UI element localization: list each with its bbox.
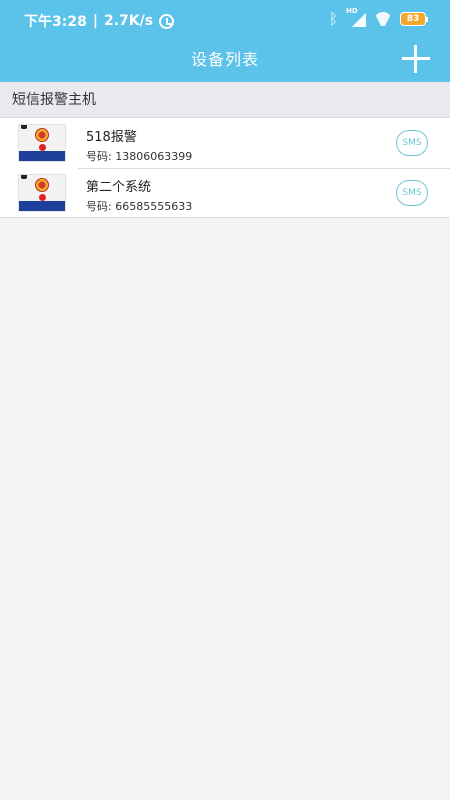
police-emblem-icon bbox=[35, 178, 49, 192]
page-title: 设备列表 bbox=[190, 50, 259, 69]
thumbnail-mark bbox=[21, 175, 27, 179]
device-name: 518报警 bbox=[86, 130, 137, 145]
wifi-icon bbox=[374, 12, 392, 26]
add-device-button[interactable] bbox=[402, 45, 430, 73]
alarm-button-icon bbox=[39, 194, 46, 201]
section-header: 短信报警主机 bbox=[0, 82, 450, 118]
list-item[interactable]: 第二个系统 号码: 66585555633 SMS bbox=[0, 168, 450, 218]
list-item[interactable]: 518报警 号码: 13806063399 SMS bbox=[0, 118, 450, 168]
device-name: 第二个系统 bbox=[86, 180, 152, 195]
status-speed: 2.7K/s bbox=[103, 13, 154, 29]
app-header: 下午3:28 | 2.7K/s ᛒ HD 83 设备列表 bbox=[0, 0, 450, 82]
status-bar: 下午3:28 | 2.7K/s ᛒ HD 83 bbox=[0, 0, 450, 38]
thumbnail-mark bbox=[21, 125, 27, 129]
device-number: 号码: 13806063399 bbox=[86, 150, 193, 163]
bluetooth-icon: ᛒ bbox=[328, 10, 338, 28]
status-time: 下午3:28 bbox=[24, 14, 87, 30]
device-number: 号码: 66585555633 bbox=[86, 200, 193, 213]
alarm-button-icon bbox=[39, 144, 46, 151]
status-separator: | bbox=[92, 13, 98, 29]
sms-button[interactable]: SMS bbox=[396, 130, 428, 156]
thumbnail-band bbox=[19, 151, 65, 161]
status-right: ᛒ HD 83 bbox=[328, 7, 428, 28]
police-emblem-icon bbox=[35, 128, 49, 142]
device-list: 518报警 号码: 13806063399 SMS 第二个系统 号码: 6658… bbox=[0, 118, 450, 218]
device-thumbnail bbox=[18, 174, 66, 212]
thumbnail-band bbox=[19, 201, 65, 211]
battery-icon: 83 bbox=[400, 12, 428, 26]
device-thumbnail bbox=[18, 124, 66, 162]
sms-button[interactable]: SMS bbox=[396, 180, 428, 206]
status-left: 下午3:28 | 2.7K/s bbox=[24, 11, 175, 31]
alarm-clock-icon bbox=[159, 14, 175, 29]
signal-bars-icon bbox=[352, 13, 366, 27]
signal-icon: HD bbox=[346, 7, 366, 27]
